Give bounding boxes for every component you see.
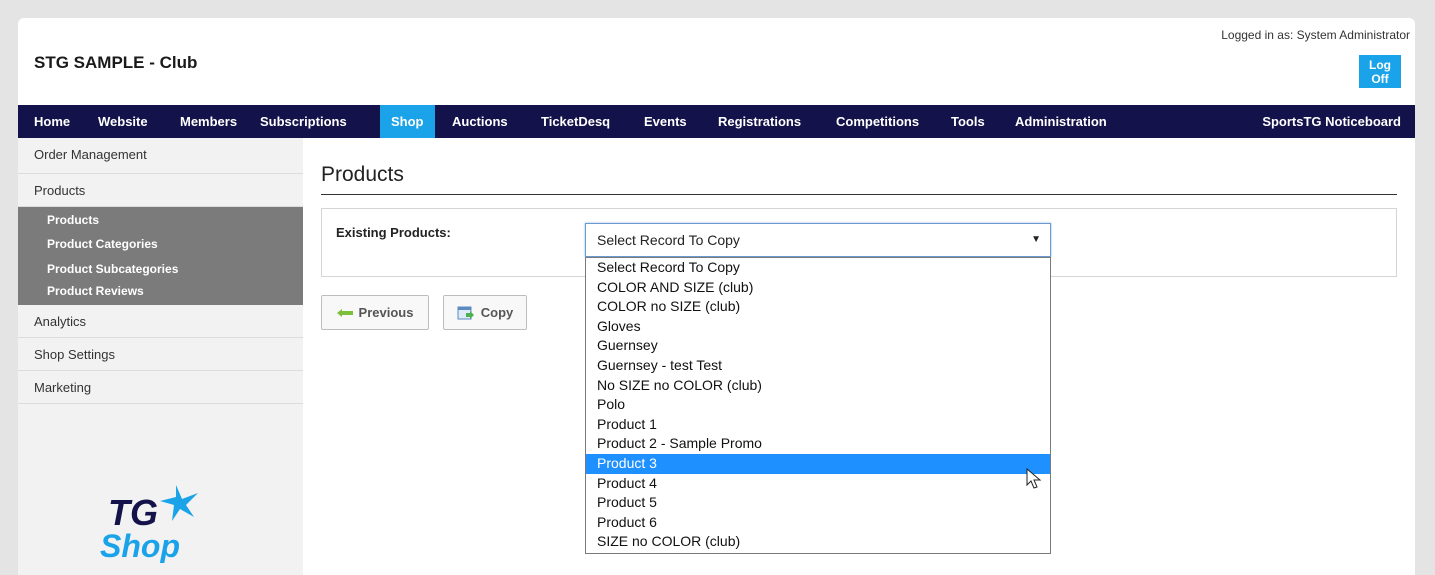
dropdown-option[interactable]: Polo xyxy=(586,395,1050,415)
page-title: Products xyxy=(321,163,404,186)
main-nav: Home Website Members Subscriptions Shop … xyxy=(18,105,1415,138)
copy-label: Copy xyxy=(480,305,514,320)
submenu-item-product-subcategories[interactable]: Product Subcategories xyxy=(18,257,303,282)
nav-administration[interactable]: Administration xyxy=(1009,105,1113,138)
dropdown-option[interactable]: Product 1 xyxy=(586,415,1050,435)
app-frame: STG SAMPLE - Club Logged in as: System A… xyxy=(18,18,1415,575)
submenu-item-product-reviews[interactable]: Product Reviews xyxy=(18,282,303,303)
copy-button[interactable]: Copy xyxy=(443,295,527,330)
dropdown-option[interactable]: COLOR AND SIZE (club) xyxy=(586,278,1050,298)
title-divider xyxy=(321,194,1397,195)
arrow-left-icon xyxy=(336,308,353,317)
sidebar-item-marketing[interactable]: Marketing xyxy=(18,371,303,404)
dropdown-option[interactable]: Product 6 xyxy=(586,513,1050,533)
nav-auctions[interactable]: Auctions xyxy=(446,105,514,138)
logo-tg-text: TG xyxy=(108,492,158,533)
nav-noticeboard[interactable]: SportsTG Noticeboard xyxy=(1256,105,1407,138)
nav-shop[interactable]: Shop xyxy=(380,105,435,138)
logo-shop-text: Shop xyxy=(100,528,180,563)
club-title: STG SAMPLE - Club xyxy=(34,53,198,72)
dropdown-option[interactable]: Guernsey - test Test xyxy=(586,356,1050,376)
dropdown-option[interactable]: Select Record To Copy xyxy=(586,258,1050,278)
nav-registrations[interactable]: Registrations xyxy=(712,105,807,138)
logged-in-text: Logged in as: System Administrator xyxy=(1221,28,1410,42)
nav-competitions[interactable]: Competitions xyxy=(830,105,925,138)
submenu-item-products[interactable]: Products xyxy=(18,211,303,232)
sidebar: Order Management Products Products Produ… xyxy=(18,138,303,575)
dropdown-option[interactable]: SIZE no COLOR (club) xyxy=(586,532,1050,552)
dropdown-option[interactable]: Guernsey xyxy=(586,336,1050,356)
existing-products-select[interactable]: Select Record To Copy ▼ xyxy=(585,223,1051,257)
nav-members[interactable]: Members xyxy=(174,105,243,138)
nav-website[interactable]: Website xyxy=(92,105,154,138)
sidebar-item-products[interactable]: Products xyxy=(18,174,303,207)
nav-tools[interactable]: Tools xyxy=(945,105,991,138)
dropdown-option[interactable]: Product 5 xyxy=(586,493,1050,513)
dropdown-option-highlighted[interactable]: Product 3 xyxy=(586,453,1050,474)
products-dropdown-list: Select Record To Copy COLOR AND SIZE (cl… xyxy=(585,257,1051,554)
dropdown-option[interactable]: Gloves xyxy=(586,317,1050,337)
nav-home[interactable]: Home xyxy=(28,105,76,138)
dropdown-option[interactable]: No SIZE no COLOR (club) xyxy=(586,376,1050,396)
sidebar-item-analytics[interactable]: Analytics xyxy=(18,305,303,338)
dropdown-option[interactable]: Product 2 - Sample Promo xyxy=(586,434,1050,454)
dropdown-option[interactable]: Product 4 xyxy=(586,474,1050,494)
dropdown-option[interactable]: COLOR no SIZE (club) xyxy=(586,297,1050,317)
existing-products-label: Existing Products: xyxy=(336,225,451,240)
sidebar-item-shop-settings[interactable]: Shop Settings xyxy=(18,338,303,371)
logoff-button[interactable]: Log Off xyxy=(1359,55,1401,88)
previous-label: Previous xyxy=(358,305,414,320)
nav-ticketdesq[interactable]: TicketDesq xyxy=(535,105,616,138)
select-value: Select Record To Copy xyxy=(597,232,740,248)
submenu-item-product-categories[interactable]: Product Categories xyxy=(18,232,303,257)
dropdown-arrow-icon: ▼ xyxy=(1031,234,1041,245)
sidebar-item-order-management[interactable]: Order Management xyxy=(18,138,303,174)
tg-shop-logo: TG Shop xyxy=(100,485,198,563)
sidebar-submenu-products: Products Product Categories Product Subc… xyxy=(18,207,303,305)
nav-events[interactable]: Events xyxy=(638,105,693,138)
mouse-pointer-icon xyxy=(1026,468,1042,489)
nav-subscriptions[interactable]: Subscriptions xyxy=(254,105,353,138)
copy-icon xyxy=(457,306,474,319)
previous-button[interactable]: Previous xyxy=(321,295,429,330)
